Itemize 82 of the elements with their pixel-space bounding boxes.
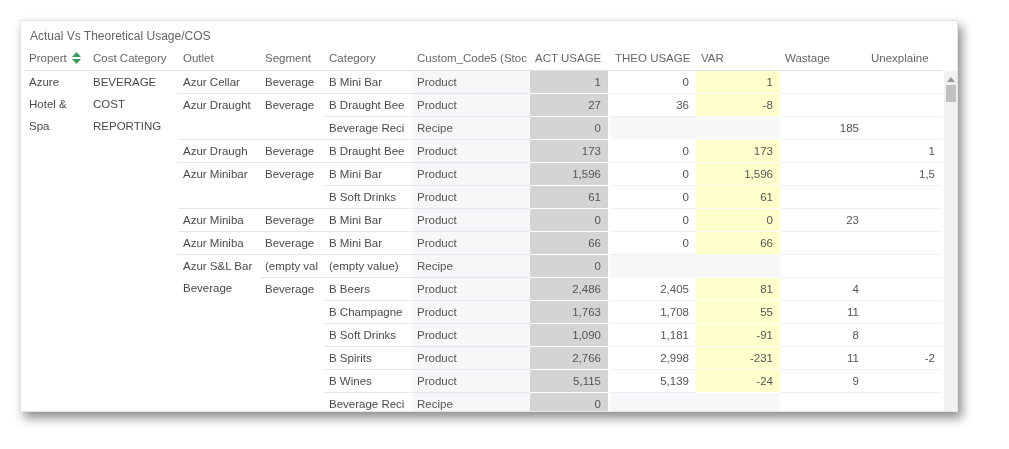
table-cell: Product	[412, 278, 530, 301]
table-cell: Product	[412, 209, 530, 232]
column-header[interactable]: Wastage	[780, 45, 866, 71]
table-cell: 1,596	[696, 163, 780, 186]
table-cell: -91	[696, 324, 780, 347]
table-cell: 2,766	[530, 347, 610, 370]
table-cell: Azur Cellar	[178, 71, 260, 94]
table-cell: 173	[696, 140, 780, 163]
table-cell: Product	[412, 94, 530, 117]
table-cell: Beverage	[260, 140, 324, 163]
table-cell: Product	[412, 324, 530, 347]
table-cell: 0	[530, 117, 610, 140]
table-cell: Product	[412, 370, 530, 393]
table-cell: 66	[696, 232, 780, 255]
table-cell: Azur S&L Bar Beverage	[178, 255, 260, 411]
table-cell: Product	[412, 71, 530, 94]
table-cell: -231	[696, 347, 780, 370]
table-cell: 0	[696, 209, 780, 232]
scroll-thumb[interactable]	[945, 85, 956, 102]
table-cell: 1	[696, 71, 780, 94]
table-cell: 61	[530, 186, 610, 209]
table-cell: -2	[866, 347, 942, 370]
column-header[interactable]: THEO USAGE	[610, 45, 696, 71]
table-cell: 1,090	[530, 324, 610, 347]
table-cell: 173	[530, 140, 610, 163]
table-cell-text: BEVERAGE COST REPORTING	[92, 75, 163, 134]
table-cell: 1,596	[530, 163, 610, 186]
table-cell: 23	[780, 209, 866, 232]
table-cell: Product	[412, 163, 530, 186]
table-cell: 11	[780, 347, 866, 370]
table-cell: Beverage	[260, 278, 324, 411]
table-cell: (empty val	[260, 255, 324, 278]
column-header[interactable]: Outlet	[178, 45, 260, 71]
table-cell: Azur Miniba	[178, 209, 260, 232]
table-cell: 4	[780, 278, 866, 301]
table-cell: 5,115	[530, 370, 610, 393]
scroll-up-icon[interactable]	[946, 77, 955, 82]
table-cell: Beverage	[260, 71, 324, 94]
table-cell: 1	[866, 140, 942, 163]
table-cell: 1	[530, 71, 610, 94]
table-cell: 9	[780, 370, 866, 393]
table-cell: 66	[530, 232, 610, 255]
table-cell: 55	[696, 301, 780, 324]
table-cell: Beverage	[260, 209, 324, 232]
scrollbar[interactable]	[944, 71, 957, 411]
column-header[interactable]: Unexplaine	[866, 45, 942, 71]
table-cell: Beverage	[260, 163, 324, 209]
column-header[interactable]: Propert	[24, 45, 88, 71]
panel-title: Actual Vs Theoretical Usage/COS	[29, 28, 212, 45]
table-cell: Azur Draught	[178, 94, 260, 140]
table-cell: Azur Draugh	[178, 140, 260, 163]
table-cell: -24	[696, 370, 780, 393]
column-header[interactable]: Segment	[260, 45, 324, 71]
table-cell: 0	[530, 255, 610, 278]
column-header[interactable]: Cost Category	[88, 45, 178, 71]
table-cell: Product	[412, 301, 530, 324]
table-cell: Product	[412, 186, 530, 209]
table-cell: Recipe	[412, 117, 530, 140]
table-cell-text: Azure Hotel & Spa	[28, 75, 68, 134]
table-cell: 0	[530, 393, 610, 411]
table-cell: Product	[412, 347, 530, 370]
table-cell: -8	[696, 94, 780, 117]
table-cell: 1,763	[530, 301, 610, 324]
table-cell: Azur Miniba	[178, 232, 260, 255]
sort-icon	[71, 51, 81, 64]
table-cell: 185	[780, 117, 866, 140]
table-cell: Beverage	[260, 94, 324, 140]
table-cell: 0	[530, 209, 610, 232]
table-cell: Recipe	[412, 255, 530, 278]
table-cell: Beverage	[260, 232, 324, 255]
table-cell: Azur Minibar	[178, 163, 260, 209]
table-cell: Product	[412, 232, 530, 255]
column-header[interactable]: Category	[324, 45, 412, 71]
table-cell: 1,5	[866, 163, 942, 186]
table-cell: 8	[780, 324, 866, 347]
table-cell: 11	[780, 301, 866, 324]
table-cell: 27	[530, 94, 610, 117]
table-cell: Recipe	[412, 393, 530, 411]
table-cell: Product	[412, 140, 530, 163]
table-cell: 61	[696, 186, 780, 209]
table-cell: 2,486	[530, 278, 610, 301]
table-cell: 81	[696, 278, 780, 301]
